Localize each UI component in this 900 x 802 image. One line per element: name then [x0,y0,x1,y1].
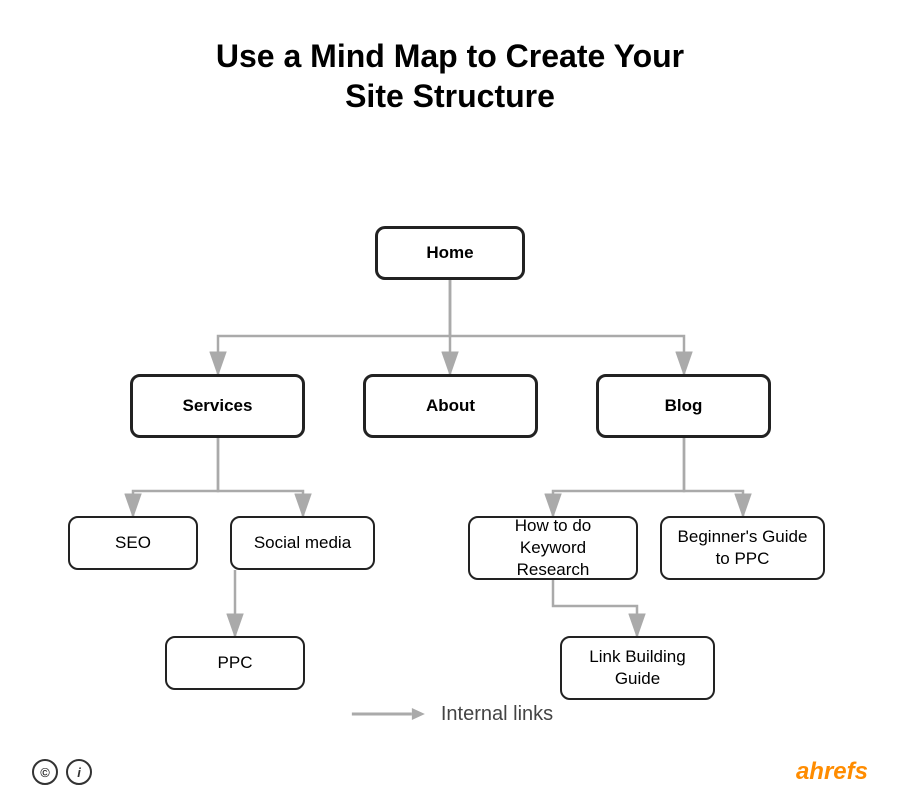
node-about: About [363,374,538,438]
node-link-building: Link BuildingGuide [560,636,715,700]
connectors-svg [0,126,900,786]
node-ppc: PPC [165,636,305,690]
cc-icon: © [32,759,58,785]
mind-map-diagram: Home Services About Blog SEO Social medi… [0,126,900,786]
page-title: Use a Mind Map to Create Your Site Struc… [0,0,900,116]
node-home: Home [375,226,525,280]
legend-label: Internal links [441,703,553,726]
node-blog: Blog [596,374,771,438]
footer-icons: © i [32,759,92,785]
legend: Internal links [347,702,553,726]
node-keyword-research: How to doKeyword Research [468,516,638,580]
node-beginners-guide: Beginner's Guideto PPC [660,516,825,580]
footer: © i ahrefs [0,758,900,786]
info-icon: i [66,759,92,785]
node-seo: SEO [68,516,198,570]
node-social-media: Social media [230,516,375,570]
ahrefs-logo: ahrefs [796,758,868,786]
node-services: Services [130,374,305,438]
legend-arrow-svg [347,702,427,726]
legend-arrow-icon [347,702,427,726]
